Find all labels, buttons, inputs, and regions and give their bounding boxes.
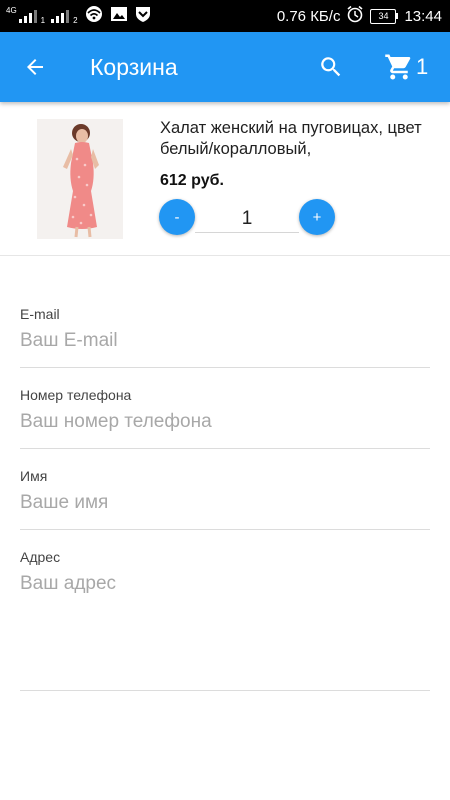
product-title[interactable]: Халат женский на пуговицах, цвет белый/к… [160,118,430,160]
dress-photo-icon [37,119,123,239]
address-label: Адрес [20,549,61,565]
wifi-icon [84,5,104,27]
battery-level: 34 [370,8,397,24]
network-speed: 0.76 КБ/с [276,7,341,25]
search-button[interactable] [314,50,348,84]
sim1-signal-icon [18,9,37,23]
product-image[interactable] [37,119,123,239]
address-field[interactable] [20,573,430,673]
name-field-group: Имя [20,468,430,530]
status-bar-left: 4G 1 2 [6,0,152,32]
arrow-left-icon [27,59,43,75]
quantity-field[interactable]: 1 [195,205,299,233]
phone-field-group: Номер телефона [20,387,430,449]
network-type-label: 4G [6,5,17,15]
battery-icon: 34 [370,8,399,24]
phone-field[interactable] [20,411,430,433]
address-field-group: Адрес [20,549,430,691]
name-field[interactable] [20,492,430,514]
alarm-icon [346,5,364,27]
phone-label: Номер телефона [20,387,132,403]
clock: 13:44 [404,7,442,25]
decrease-quantity-button[interactable]: - [159,199,195,235]
search-icon [321,57,341,77]
cart-icon [385,54,411,80]
app-bar: Корзина 1 [0,32,450,102]
increase-quantity-button[interactable]: + [299,199,335,235]
name-label: Имя [20,468,48,484]
sim2-signal-icon [51,9,70,23]
email-label: E-mail [20,306,60,322]
email-field-group: E-mail [20,306,430,368]
status-bar-right: 0.76 КБ/с 34 13:44 [277,0,442,32]
image-icon [110,6,128,27]
back-button[interactable] [18,50,52,84]
status-bar: 4G 1 2 0.76 КБ/с 34 13:44 [0,0,450,32]
page-title: Корзина [90,54,178,80]
email-field[interactable] [20,330,430,352]
cart-count-badge: 1 [416,54,429,79]
sim2-label: 2 [73,15,78,25]
cart-item: Халат женский на пуговицах, цвет белый/к… [0,102,450,256]
product-price: 612 руб. [160,172,224,189]
shield-icon [134,5,152,28]
cart-button[interactable]: 1 [384,50,428,84]
sim1-label: 1 [40,15,46,25]
